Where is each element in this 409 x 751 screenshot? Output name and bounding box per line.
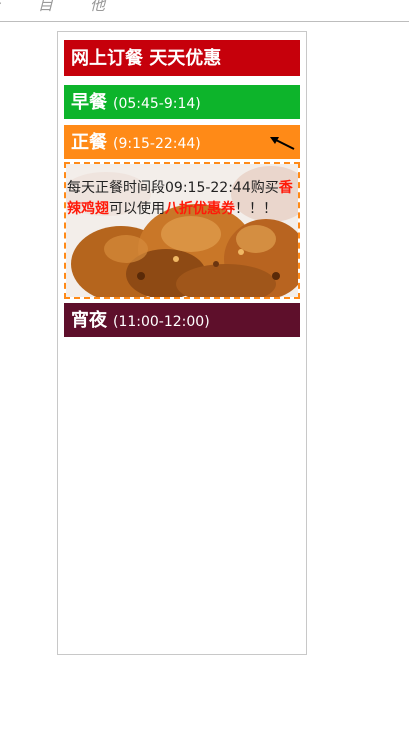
header-title-bar: 网上订餐 天天优惠 bbox=[64, 40, 300, 76]
cursor-arrow-icon bbox=[270, 137, 295, 150]
promo-text: 每天正餐时间段09:15-22:44购买香辣鸡翅可以使用八折优惠券！！！ bbox=[67, 178, 295, 220]
meal-time: (9:15-22:44) bbox=[113, 136, 201, 152]
promo-text-part1: 每天正餐时间段09:15-22:44购买 bbox=[67, 180, 279, 196]
meal-name: 早餐 bbox=[71, 92, 107, 113]
meal-name: 正餐 bbox=[71, 132, 107, 153]
meal-name: 宵夜 bbox=[71, 310, 107, 331]
meal-item-breakfast[interactable]: 早餐 (05:45-9:14) bbox=[64, 85, 300, 119]
meal-time: (11:00-12:00) bbox=[113, 314, 210, 330]
promo-text-part2: 可以使用 bbox=[109, 201, 165, 217]
browser-toolbar: ‹ 目 他 bbox=[0, 0, 409, 22]
page-title: 网上订餐 天天优惠 bbox=[71, 48, 222, 69]
meal-item-lunch-dinner[interactable]: 正餐 (9:15-22:44) bbox=[64, 125, 300, 159]
promo-text-part3: ！！！ bbox=[235, 201, 277, 217]
toolbar-glyph-right: 他 bbox=[90, 0, 106, 14]
meal-time: (05:45-9:14) bbox=[113, 96, 201, 112]
promo-detail-box: 每天正餐时间段09:15-22:44购买香辣鸡翅可以使用八折优惠券！！！ bbox=[64, 162, 300, 299]
meal-item-late-night[interactable]: 宵夜 (11:00-12:00) bbox=[64, 303, 300, 337]
toolbar-glyph-left: ‹ bbox=[0, 0, 2, 13]
toolbar-glyph-mid: 目 bbox=[38, 0, 54, 14]
menu-panel: 网上订餐 天天优惠 早餐 (05:45-9:14) 正餐 (9:15-22:44) bbox=[57, 31, 307, 655]
promo-highlight-discount: 八折优惠券 bbox=[165, 201, 235, 217]
